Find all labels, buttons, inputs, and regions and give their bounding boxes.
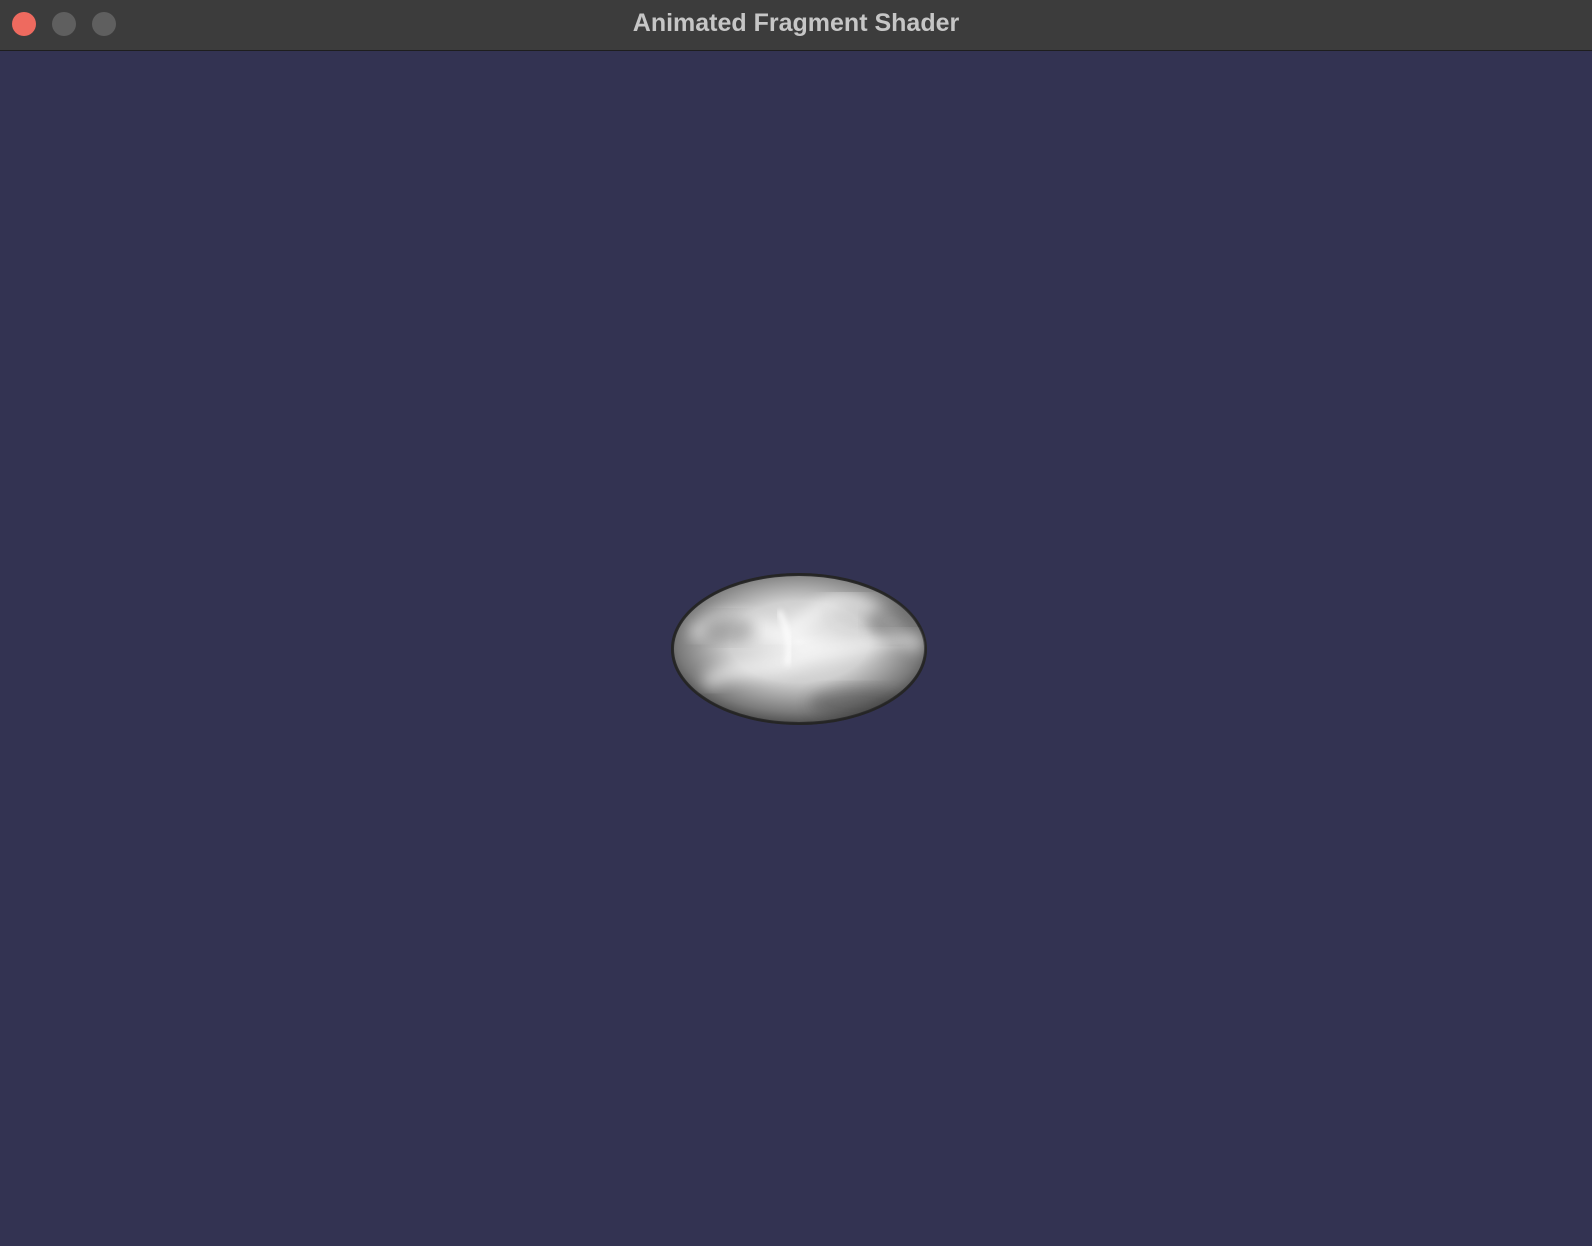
app-window: Animated Fragment Shader (0, 0, 1592, 1246)
window-title: Animated Fragment Shader (632, 9, 960, 37)
shader-viewport[interactable] (0, 52, 1592, 1246)
shader-ellipse (671, 573, 927, 725)
title-bar[interactable]: Animated Fragment Shader (0, 0, 1592, 51)
